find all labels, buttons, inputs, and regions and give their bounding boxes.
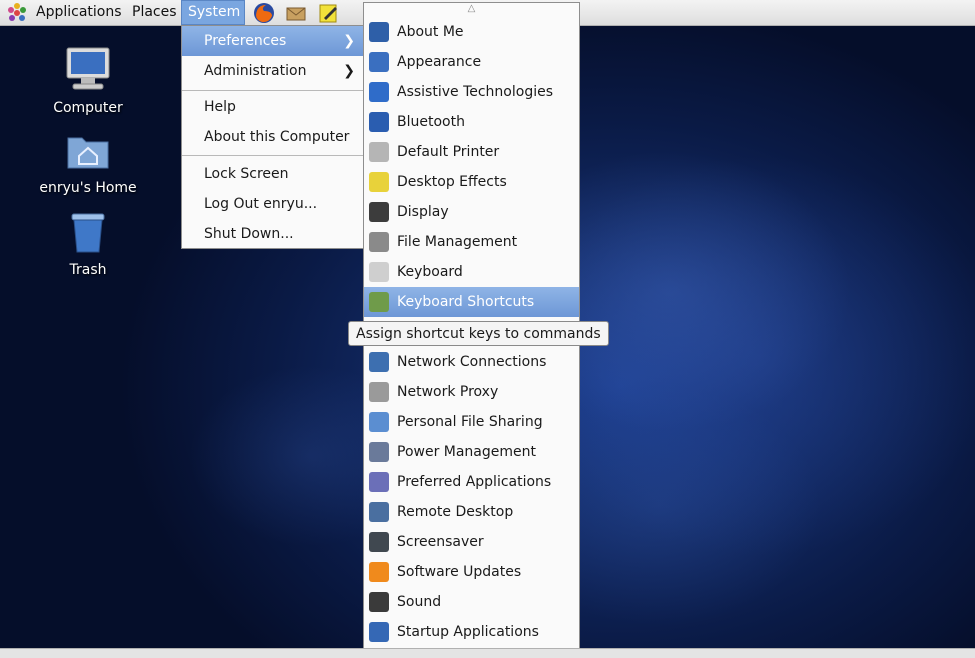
submenu-item-label: Preferred Applications <box>397 474 552 490</box>
desktop-effects-icon <box>369 172 389 192</box>
menu-item-label: Log Out enryu... <box>204 196 318 212</box>
submenu-item-label: Display <box>397 204 449 220</box>
menu-item-help[interactable]: Help <box>182 92 363 122</box>
submenu-item-screensaver[interactable]: Screensaver <box>364 527 579 557</box>
chevron-right-icon: ❯ <box>343 33 355 49</box>
menu-separator <box>182 90 363 91</box>
desktop-icon-label: Trash <box>69 262 107 278</box>
submenu-item-label: About Me <box>397 24 464 40</box>
appearance-icon <box>369 52 389 72</box>
submenu-item-sound[interactable]: Sound <box>364 587 579 617</box>
menu-item-lock-screen[interactable]: Lock Screen <box>182 159 363 189</box>
submenu-item-power-management[interactable]: Power Management <box>364 437 579 467</box>
startup-apps-icon <box>369 622 389 642</box>
submenu-item-label: Assistive Technologies <box>397 84 554 100</box>
submenu-item-default-printer[interactable]: Default Printer <box>364 137 579 167</box>
submenu-item-keyboard-shortcuts[interactable]: Keyboard Shortcuts <box>364 287 579 317</box>
submenu-item-label: Desktop Effects <box>397 174 507 190</box>
menu-item-label: Preferences <box>204 33 287 49</box>
submenu-item-label: Personal File Sharing <box>397 414 543 430</box>
submenu-item-preferred-applications[interactable]: Preferred Applications <box>364 467 579 497</box>
submenu-item-display[interactable]: Display <box>364 197 579 227</box>
desktop-icon-computer[interactable]: Computer <box>38 46 138 116</box>
submenu-item-keyboard[interactable]: Keyboard <box>364 257 579 287</box>
submenu-item-label: Bluetooth <box>397 114 465 130</box>
submenu-item-appearance[interactable]: Appearance <box>364 47 579 77</box>
submenu-item-label: Startup Applications <box>397 624 539 640</box>
menu-separator <box>182 155 363 156</box>
menu-item-preferences[interactable]: Preferences ❯ <box>182 26 363 56</box>
keyboard-icon <box>369 262 389 282</box>
desktop-icon-label: Computer <box>53 100 123 116</box>
submenu-item-software-updates[interactable]: Software Updates <box>364 557 579 587</box>
submenu-item-label: Appearance <box>397 54 482 70</box>
chevron-right-icon: ❯ <box>343 63 355 79</box>
sound-icon <box>369 592 389 612</box>
menu-item-about-computer[interactable]: About this Computer <box>182 122 363 152</box>
screensaver-icon <box>369 532 389 552</box>
scroll-up-arrow-icon[interactable]: △ <box>364 3 579 17</box>
desktop-icon-trash[interactable]: Trash <box>38 212 138 278</box>
software-updates-icon <box>369 562 389 582</box>
firefox-icon[interactable] <box>253 2 275 24</box>
mail-icon[interactable] <box>285 2 307 24</box>
submenu-item-label: Network Proxy <box>397 384 499 400</box>
submenu-item-startup-applications[interactable]: Startup Applications <box>364 617 579 647</box>
submenu-item-label: Screensaver <box>397 534 484 550</box>
remote-desktop-icon <box>369 502 389 522</box>
network-connections-icon <box>369 352 389 372</box>
file-management-icon <box>369 232 389 252</box>
submenu-item-label: Remote Desktop <box>397 504 514 520</box>
network-proxy-icon <box>369 382 389 402</box>
desktop-icon-home[interactable]: enryu's Home <box>38 132 138 196</box>
menu-item-label: Administration <box>204 63 307 79</box>
printer-icon <box>369 142 389 162</box>
submenu-item-label: Sound <box>397 594 442 610</box>
gnome-foot-icon[interactable] <box>6 2 28 24</box>
file-sharing-icon <box>369 412 389 432</box>
home-folder-icon <box>67 137 109 169</box>
accessibility-icon <box>369 82 389 102</box>
submenu-item-desktop-effects[interactable]: Desktop Effects <box>364 167 579 197</box>
preferred-apps-icon <box>369 472 389 492</box>
note-edit-icon[interactable] <box>318 2 340 24</box>
submenu-item-label: Keyboard Shortcuts <box>397 294 535 310</box>
submenu-item-assistive-technologies[interactable]: Assistive Technologies <box>364 77 579 107</box>
submenu-item-label: Keyboard <box>397 264 463 280</box>
about-me-icon <box>369 22 389 42</box>
submenu-item-label: Software Updates <box>397 564 522 580</box>
keyboard-shortcuts-icon <box>369 292 389 312</box>
submenu-item-label: Power Management <box>397 444 537 460</box>
system-dropdown-menu: Preferences ❯ Administration ❯ Help Abou… <box>181 25 364 249</box>
bluetooth-icon <box>369 112 389 132</box>
submenu-item-personal-file-sharing[interactable]: Personal File Sharing <box>364 407 579 437</box>
submenu-item-label: File Management <box>397 234 518 250</box>
submenu-item-about-me[interactable]: About Me <box>364 17 579 47</box>
computer-icon <box>66 47 110 90</box>
submenu-item-network-connections[interactable]: Network Connections <box>364 347 579 377</box>
submenu-item-label: Default Printer <box>397 144 500 160</box>
display-icon <box>369 202 389 222</box>
applications-menu[interactable]: Applications <box>36 0 122 25</box>
menu-item-label: Shut Down... <box>204 226 294 242</box>
submenu-item-network-proxy[interactable]: Network Proxy <box>364 377 579 407</box>
submenu-item-remote-desktop[interactable]: Remote Desktop <box>364 497 579 527</box>
submenu-item-label: Network Connections <box>397 354 547 370</box>
power-management-icon <box>369 442 389 462</box>
menu-item-log-out[interactable]: Log Out enryu... <box>182 189 363 219</box>
tooltip: Assign shortcut keys to commands <box>348 321 609 346</box>
system-menu[interactable]: System <box>181 0 245 25</box>
places-menu[interactable]: Places <box>132 0 177 25</box>
menu-item-label: Help <box>204 99 236 115</box>
menu-item-label: Lock Screen <box>204 166 289 182</box>
submenu-item-file-management[interactable]: File Management <box>364 227 579 257</box>
menu-item-shut-down[interactable]: Shut Down... <box>182 219 363 249</box>
menu-item-administration[interactable]: Administration ❯ <box>182 56 363 86</box>
submenu-item-bluetooth[interactable]: Bluetooth <box>364 107 579 137</box>
menu-item-label: About this Computer <box>204 129 350 145</box>
desktop-icon-label: enryu's Home <box>39 180 137 196</box>
trash-icon <box>71 213 105 253</box>
